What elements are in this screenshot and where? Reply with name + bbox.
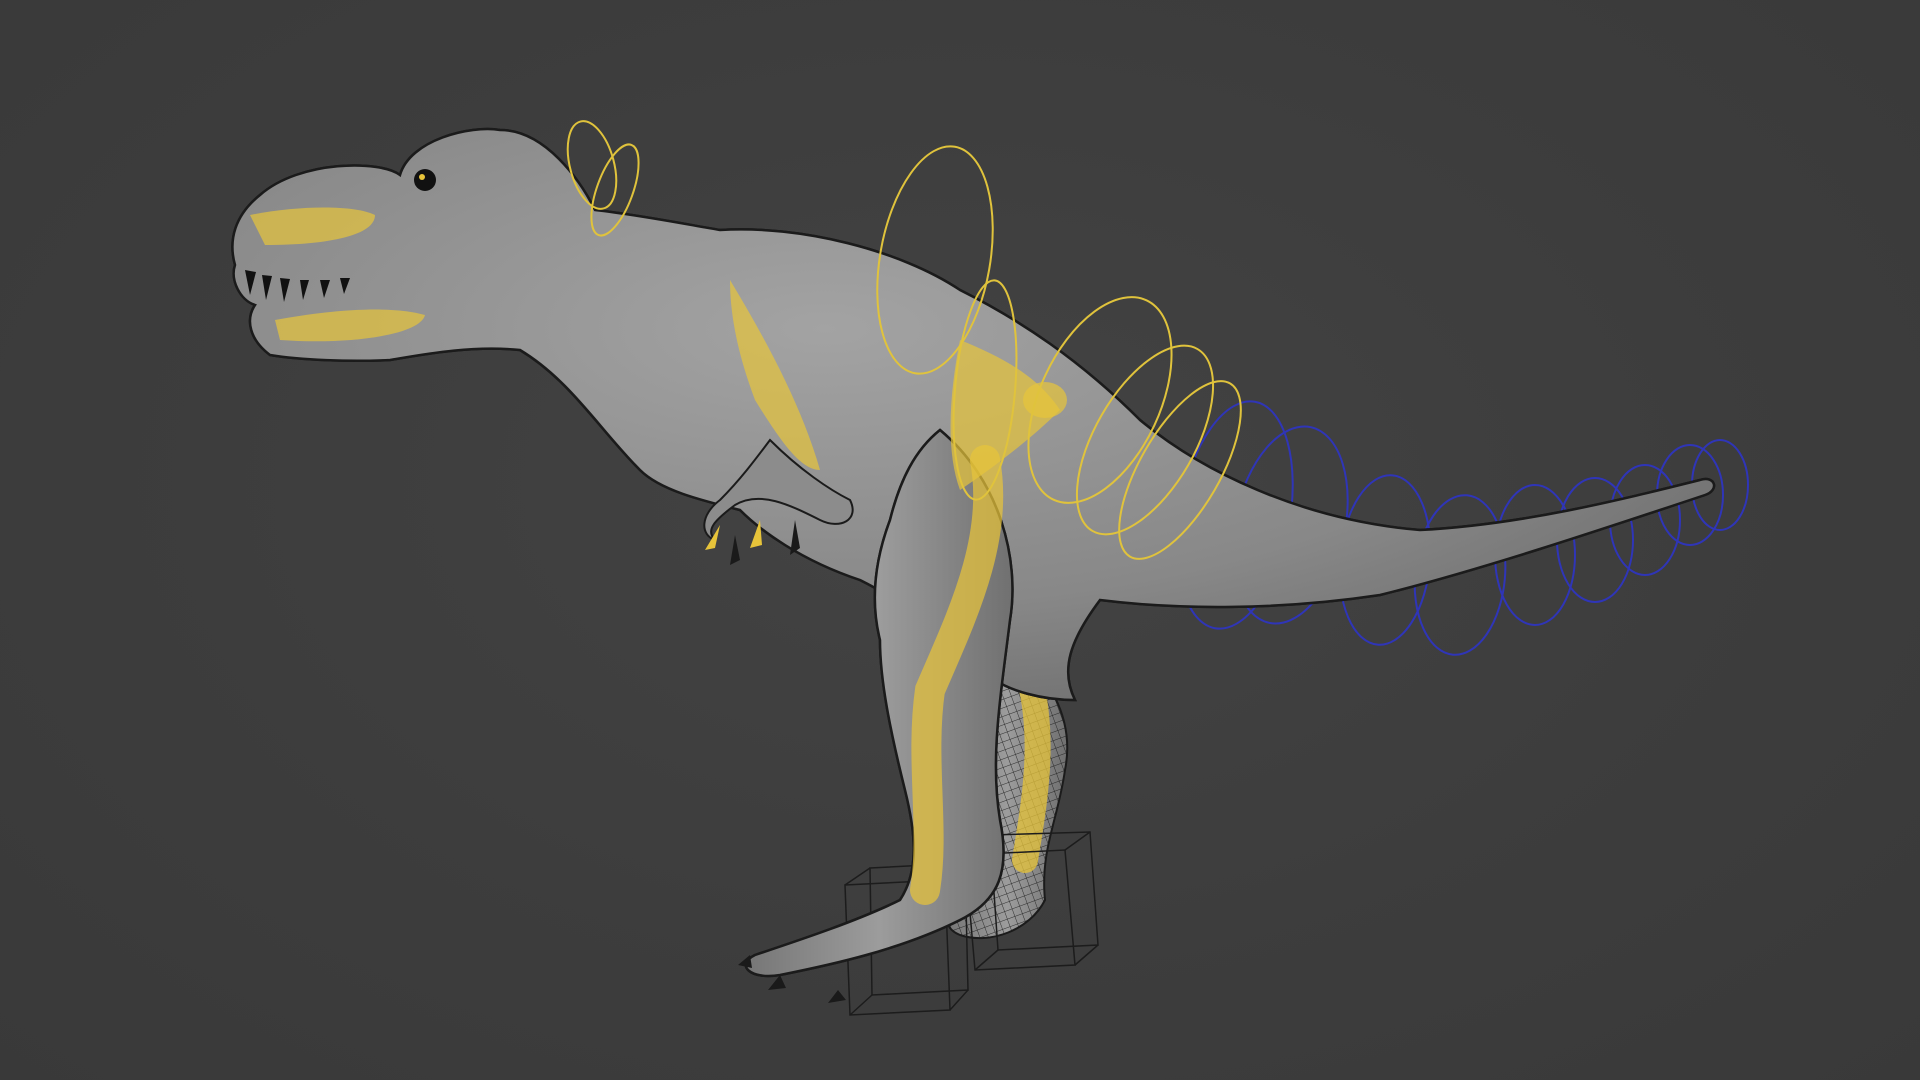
3d-viewport[interactable]	[0, 0, 1920, 1080]
eye	[414, 169, 436, 191]
viewport-canvas[interactable]	[0, 0, 1920, 1080]
